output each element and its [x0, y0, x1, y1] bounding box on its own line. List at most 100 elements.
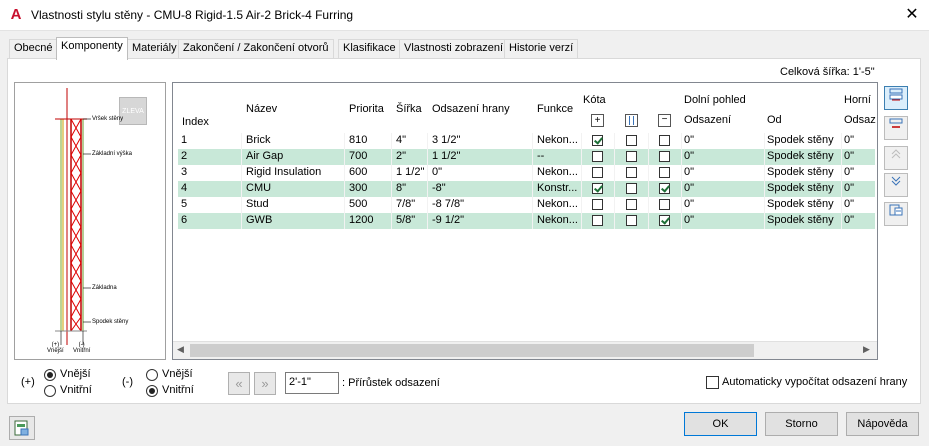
cell-bottom-offset[interactable]: 0" [684, 182, 764, 194]
cell-bottom-offset[interactable]: 0" [684, 198, 764, 210]
col-header-dimension[interactable]: Kóta [583, 94, 606, 106]
offset-right-button[interactable]: » [254, 372, 276, 395]
tab-version-history[interactable]: Historie verzí [504, 39, 579, 58]
offset-increment-input[interactable]: 2'-1" [285, 372, 339, 394]
cell-width[interactable]: 1 1/2" [396, 166, 430, 178]
col-header-top-view[interactable]: Horní [844, 94, 871, 106]
table-row[interactable]: 3 Rigid Insulation 600 1 1/2" 0" Nekon... 0" Sp… [178, 165, 875, 181]
dimension-checkbox[interactable] [659, 151, 670, 162]
cell-top-offset[interactable]: 0" [844, 214, 874, 226]
cell-index[interactable]: 4 [181, 182, 241, 194]
help-button[interactable]: Nápověda [846, 412, 919, 436]
component-properties-button[interactable] [884, 202, 908, 226]
col-header-top-offset[interactable]: Odsaz [844, 114, 876, 126]
grid-horizontal-scrollbar[interactable]: ◀ ▶ [173, 341, 877, 359]
cell-priority[interactable]: 1200 [349, 214, 393, 226]
dimension-checkbox[interactable] [626, 135, 637, 146]
dimension-checkbox[interactable] [626, 151, 637, 162]
dimension-checkbox[interactable] [592, 135, 603, 146]
cell-edge-offset[interactable]: 1 1/2" [432, 150, 532, 162]
dimension-checkbox[interactable] [659, 135, 670, 146]
table-row[interactable]: 2 Air Gap 700 2" 1 1/2" -- 0" Spodek stěny 0" [178, 149, 875, 165]
cell-name[interactable]: CMU [246, 182, 346, 194]
ok-button[interactable]: OK [684, 412, 757, 436]
dimension-checkbox[interactable] [592, 215, 603, 226]
cell-index[interactable]: 5 [181, 198, 241, 210]
left-interior-radio[interactable] [44, 385, 56, 397]
cell-top-offset[interactable]: 0" [844, 150, 874, 162]
cell-bottom-offset[interactable]: 0" [684, 166, 764, 178]
cell-priority[interactable]: 700 [349, 150, 393, 162]
move-up-button[interactable] [884, 146, 908, 170]
dimension-checkbox[interactable] [592, 199, 603, 210]
cell-name[interactable]: Rigid Insulation [246, 166, 346, 178]
cell-name[interactable]: Stud [246, 198, 346, 210]
cell-index[interactable]: 1 [181, 134, 241, 146]
scroll-left-icon[interactable]: ◀ [177, 344, 184, 355]
cell-bottom-from[interactable]: Spodek stěny [767, 182, 841, 194]
cell-index[interactable]: 2 [181, 150, 241, 162]
col-header-index[interactable]: Index [182, 116, 209, 128]
col-header-bottom-view[interactable]: Dolní pohled [684, 94, 746, 106]
dimension-checkbox[interactable] [592, 183, 603, 194]
close-icon[interactable]: ✕ [900, 4, 924, 26]
scrollbar-thumb[interactable] [190, 344, 754, 357]
cell-name[interactable]: GWB [246, 214, 346, 226]
scroll-right-icon[interactable]: ▶ [863, 344, 870, 355]
cell-function[interactable]: -- [537, 150, 579, 162]
cell-bottom-offset[interactable]: 0" [684, 150, 764, 162]
tab-general[interactable]: Obecné [9, 39, 58, 58]
dimension-checkbox[interactable] [626, 183, 637, 194]
cell-index[interactable]: 6 [181, 214, 241, 226]
dimension-checkbox[interactable] [592, 151, 603, 162]
tab-endcaps[interactable]: Zakončení / Zakončení otvorů [178, 39, 334, 58]
cell-priority[interactable]: 500 [349, 198, 393, 210]
cell-name[interactable]: Air Gap [246, 150, 346, 162]
tab-components[interactable]: Komponenty [56, 37, 128, 60]
table-row[interactable]: 5 Stud 500 7/8" -8 7/8" Nekon... 0" Spodek stěn… [178, 197, 875, 213]
cell-top-offset[interactable]: 0" [844, 166, 874, 178]
cell-top-offset[interactable]: 0" [844, 134, 874, 146]
cell-priority[interactable]: 600 [349, 166, 393, 178]
cell-bottom-from[interactable]: Spodek stěny [767, 214, 841, 226]
cell-bottom-from[interactable]: Spodek stěny [767, 166, 841, 178]
components-grid[interactable]: Index Název Priorita Šířka Odsazení hran… [172, 82, 878, 360]
cell-bottom-from[interactable]: Spodek stěny [767, 198, 841, 210]
tab-display-properties[interactable]: Vlastnosti zobrazení [399, 39, 509, 58]
dimension-checkbox[interactable] [626, 215, 637, 226]
cell-function[interactable]: Konstr... [537, 182, 579, 194]
cell-function[interactable]: Nekon... [537, 214, 579, 226]
cell-priority[interactable]: 810 [349, 134, 393, 146]
cell-edge-offset[interactable]: -9 1/2" [432, 214, 532, 226]
cell-bottom-from[interactable]: Spodek stěny [767, 150, 841, 162]
cell-top-offset[interactable]: 0" [844, 182, 874, 194]
cell-top-offset[interactable]: 0" [844, 198, 874, 210]
auto-calculate-checkbox[interactable] [706, 376, 719, 389]
cell-edge-offset[interactable]: -8 7/8" [432, 198, 532, 210]
dimension-checkbox[interactable] [659, 199, 670, 210]
cell-width[interactable]: 7/8" [396, 198, 430, 210]
cell-width[interactable]: 2" [396, 150, 430, 162]
table-row[interactable]: 4 CMU 300 8" -8" Konstr... 0" Spodek stěny 0" [178, 181, 875, 197]
cell-edge-offset[interactable]: -8" [432, 182, 532, 194]
dimension-checkbox[interactable] [626, 199, 637, 210]
col-header-bottom-from[interactable]: Od [767, 114, 782, 126]
col-header-priority[interactable]: Priorita [349, 103, 384, 115]
dimension-checkbox[interactable] [592, 167, 603, 178]
right-interior-radio[interactable] [146, 385, 158, 397]
dimension-checkbox[interactable] [626, 167, 637, 178]
cell-edge-offset[interactable]: 0" [432, 166, 532, 178]
col-header-bottom-offset[interactable]: Odsazení [684, 114, 731, 126]
cell-name[interactable]: Brick [246, 134, 346, 146]
cell-bottom-offset[interactable]: 0" [684, 134, 764, 146]
remove-component-button[interactable] [884, 116, 908, 140]
tab-classification[interactable]: Klasifikace [338, 39, 401, 58]
table-row[interactable]: 6 GWB 1200 5/8" -9 1/2" Nekon... 0" Spodek stěn… [178, 213, 875, 229]
col-header-name[interactable]: Název [246, 103, 277, 115]
add-component-button[interactable] [884, 86, 908, 110]
tab-materials[interactable]: Materiály [127, 39, 182, 58]
cell-edge-offset[interactable]: 3 1/2" [432, 134, 532, 146]
dimension-checkbox[interactable] [659, 167, 670, 178]
col-header-function[interactable]: Funkce [537, 103, 573, 115]
dimension-checkbox[interactable] [659, 215, 670, 226]
